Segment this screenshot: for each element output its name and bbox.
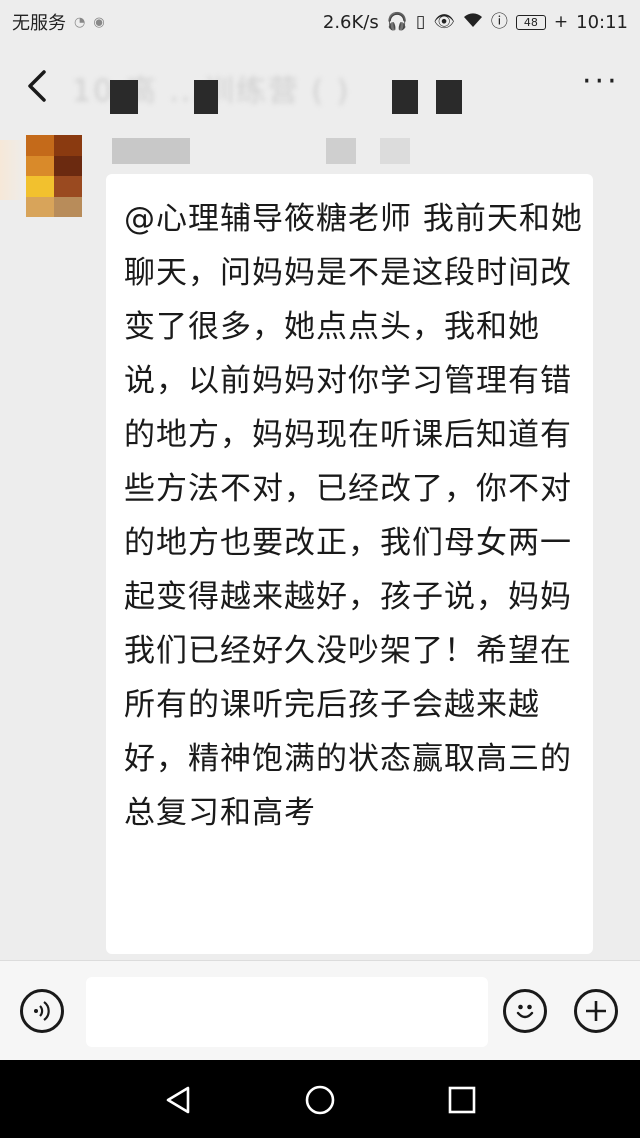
message-text: @心理辅导筱糖老师 我前天和她聊天，问妈妈是不是这段时间改变了很多，她点点头，我…: [124, 201, 583, 831]
nav-back-icon[interactable]: [160, 1082, 196, 1118]
status-left: 无服务 ◔ ◉: [12, 9, 105, 35]
network-speed: 2.6K/s: [322, 11, 379, 33]
emoji-icon[interactable]: [503, 989, 547, 1033]
eye-icon: 👁: [433, 11, 455, 32]
chat-title: 10 高 ...训练营 ( ): [72, 74, 351, 106]
carrier-text: 无服务: [12, 13, 66, 34]
system-nav-bar: [0, 1060, 640, 1138]
vibrate-icon: ▯: [415, 11, 426, 32]
nav-recent-icon[interactable]: [444, 1082, 480, 1118]
wifi-icon: [463, 12, 483, 32]
app-notification-icon: ◉: [93, 14, 105, 30]
status-bar: 无服务 ◔ ◉ 2.6K/s 🎧 ▯ 👁 ⓘ 48 + 10:11: [0, 0, 640, 44]
headphone-icon: 🎧: [386, 11, 408, 32]
nav-home-icon[interactable]: [302, 1082, 338, 1118]
title-redaction: [194, 80, 218, 114]
charging-icon: +: [553, 11, 569, 32]
status-right: 2.6K/s 🎧 ▯ 👁 ⓘ 48 + 10:11: [323, 12, 628, 33]
chat-title-bar: 10 高 ...训练营 ( ) ···: [0, 44, 640, 128]
notification-icon: ◔: [74, 14, 86, 30]
chat-input-bar: [0, 960, 640, 1060]
message-input[interactable]: [86, 977, 488, 1047]
voice-icon[interactable]: [20, 989, 64, 1033]
avatar[interactable]: [26, 135, 82, 217]
sender-name-redaction: [380, 138, 410, 164]
back-arrow-icon[interactable]: [22, 68, 52, 104]
alert-icon: ⓘ: [490, 11, 508, 32]
title-redaction: [436, 80, 462, 114]
title-redaction: [110, 80, 138, 114]
sender-name-redaction: [112, 138, 190, 164]
message-bubble[interactable]: @心理辅导筱糖老师 我前天和她聊天，问妈妈是不是这段时间改变了很多，她点点头，我…: [106, 174, 593, 954]
plus-icon[interactable]: [574, 989, 618, 1033]
title-redaction: [392, 80, 418, 114]
clock: 10:11: [576, 11, 628, 33]
sender-name-redaction: [326, 138, 356, 164]
battery-icon: 48: [515, 14, 546, 30]
more-icon[interactable]: ···: [582, 67, 618, 102]
